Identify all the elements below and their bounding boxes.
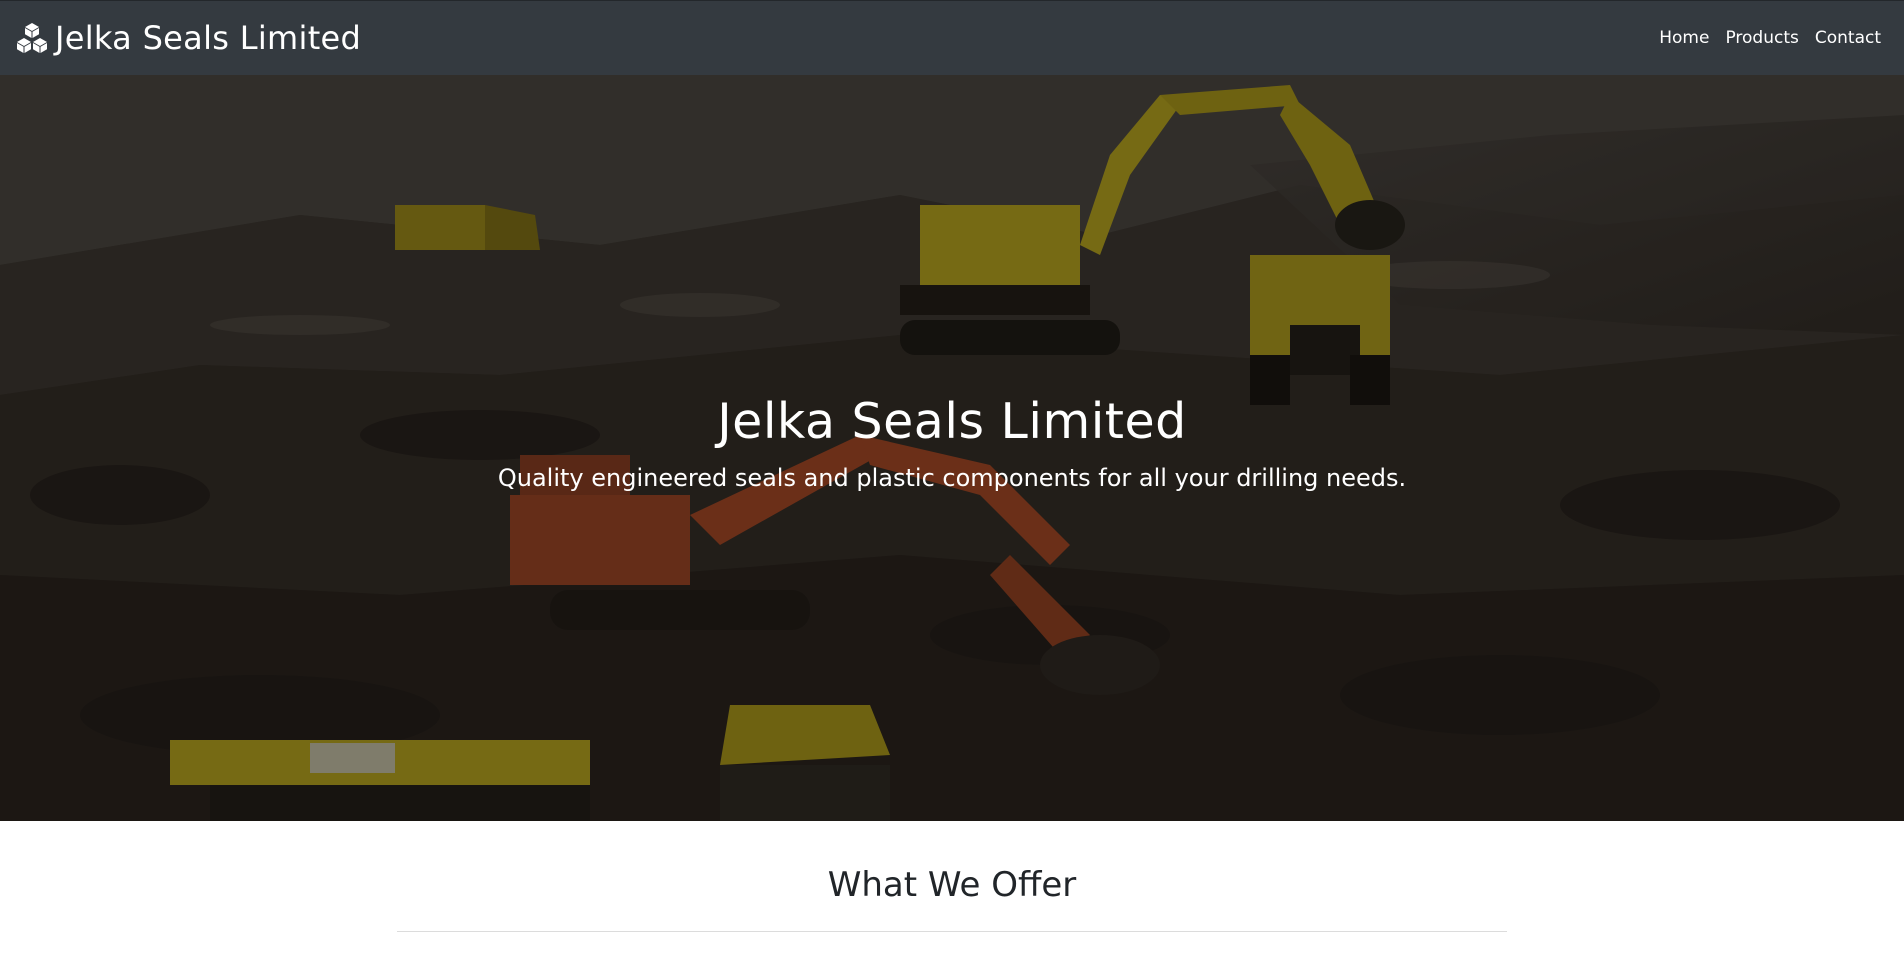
nav-link-home[interactable]: Home: [1651, 20, 1717, 56]
what-we-offer-section: What We Offer: [0, 821, 1904, 956]
section-divider: [397, 931, 1507, 932]
brand-name: Jelka Seals Limited: [55, 19, 362, 57]
top-navbar: Jelka Seals Limited Home Products Contac…: [0, 0, 1904, 75]
hero-subtitle: Quality engineered seals and plastic com…: [497, 464, 1407, 492]
hero-content: Jelka Seals Limited Quality engineered s…: [0, 393, 1904, 492]
nav-link-contact[interactable]: Contact: [1807, 20, 1889, 56]
nav-link-products[interactable]: Products: [1717, 20, 1806, 56]
hero-banner: Jelka Seals Limited Quality engineered s…: [0, 75, 1904, 821]
cubes-icon: [17, 23, 47, 53]
section-title: What We Offer: [827, 865, 1077, 905]
hero-title: Jelka Seals Limited: [717, 393, 1187, 450]
brand-link[interactable]: Jelka Seals Limited: [15, 19, 361, 57]
nav-links: Home Products Contact: [1651, 20, 1889, 56]
